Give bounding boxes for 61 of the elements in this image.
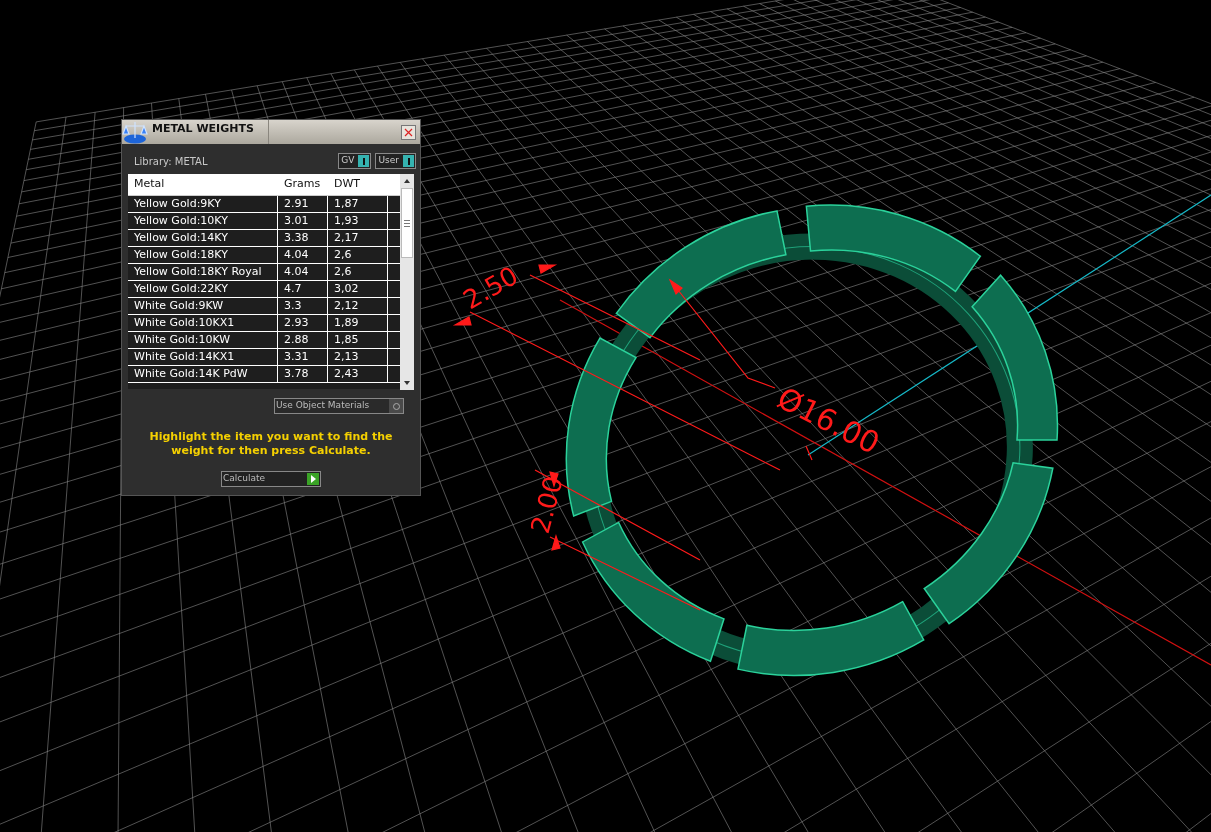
table-cell: Yellow Gold:9KY — [128, 196, 278, 212]
table-cell: 1,89 — [328, 315, 388, 331]
table-cell: 2,43 — [328, 366, 388, 382]
table-cell: 2,17 — [328, 230, 388, 246]
table-row[interactable]: Yellow Gold:10KY 3.01 1,93 — [128, 213, 400, 230]
table-cell: 1,87 — [328, 196, 388, 212]
table-row[interactable]: White Gold:9KW 3.3 2,12 — [128, 298, 400, 315]
scrollbar[interactable] — [400, 174, 414, 390]
table-cell: 2.93 — [278, 315, 328, 331]
table-cell: Yellow Gold:18KY — [128, 247, 278, 263]
close-button[interactable] — [401, 124, 416, 140]
column-header[interactable]: Grams — [278, 176, 328, 193]
scales-icon — [122, 120, 148, 144]
table-cell: 4.7 — [278, 281, 328, 297]
library-label: Library: METAL — [134, 154, 208, 169]
table-cell: 2.91 — [278, 196, 328, 212]
table-row[interactable]: Yellow Gold:18KY Royal 4.04 2,6 — [128, 264, 400, 281]
hint-text: Highlight the item you want to find the weight for then press Calculate. — [148, 430, 394, 458]
table-cell: Yellow Gold:18KY Royal — [128, 264, 278, 280]
table-cell: 3.01 — [278, 213, 328, 229]
table-cell: 2,12 — [328, 298, 388, 314]
calculate-button[interactable]: Calculate — [221, 471, 321, 487]
dimension-label: 2.00 — [524, 472, 569, 537]
table-cell: Yellow Gold:10KY — [128, 213, 278, 229]
window-title: METAL WEIGHTS — [152, 121, 255, 137]
column-header[interactable]: DWT — [328, 176, 388, 193]
close-icon — [404, 127, 413, 137]
table-row[interactable]: White Gold:10KW 2.88 1,85 — [128, 332, 400, 349]
table-row[interactable]: White Gold:14KX1 3.31 2,13 — [128, 349, 400, 366]
table-cell: 3.78 — [278, 366, 328, 382]
use-object-materials-toggle[interactable]: Use Object Materials — [274, 398, 404, 414]
toggle-button[interactable]: User — [375, 153, 416, 169]
table-cell: White Gold:9KW — [128, 298, 278, 314]
table-cell: 2,6 — [328, 264, 388, 280]
table-cell: 2.88 — [278, 332, 328, 348]
play-icon — [310, 475, 316, 483]
table-row[interactable]: Yellow Gold:22KY 4.7 3,02 — [128, 281, 400, 298]
dimension-label: 2.50 — [458, 260, 524, 316]
toggle-button[interactable]: GV — [338, 153, 372, 169]
table-cell: 3,02 — [328, 281, 388, 297]
table-cell: White Gold:10KW — [128, 332, 278, 348]
table-cell: 3.31 — [278, 349, 328, 365]
table-row[interactable]: White Gold:14K PdW 3.78 2,43 — [128, 366, 400, 383]
table-cell: 3.3 — [278, 298, 328, 314]
table-cell: 3.38 — [278, 230, 328, 246]
table-cell: White Gold:14K PdW — [128, 366, 278, 382]
table-row[interactable]: Yellow Gold:14KY 3.38 2,17 — [128, 230, 400, 247]
table-cell: 1,85 — [328, 332, 388, 348]
table-row[interactable]: White Gold:10KX1 2.93 1,89 — [128, 315, 400, 332]
table-cell: 1,93 — [328, 213, 388, 229]
table-cell: White Gold:14KX1 — [128, 349, 278, 365]
table-cell: White Gold:10KX1 — [128, 315, 278, 331]
table-cell: 4.04 — [278, 247, 328, 263]
column-header[interactable]: Metal — [128, 176, 278, 193]
table-row[interactable]: Yellow Gold:9KY 2.91 1,87 — [128, 196, 400, 213]
table-cell: Yellow Gold:14KY — [128, 230, 278, 246]
table-cell: 2,13 — [328, 349, 388, 365]
table-row[interactable]: Yellow Gold:18KY 4.04 2,6 — [128, 247, 400, 264]
table-cell: 4.04 — [278, 264, 328, 280]
table-cell: Yellow Gold:22KY — [128, 281, 278, 297]
table-cell: 2,6 — [328, 247, 388, 263]
